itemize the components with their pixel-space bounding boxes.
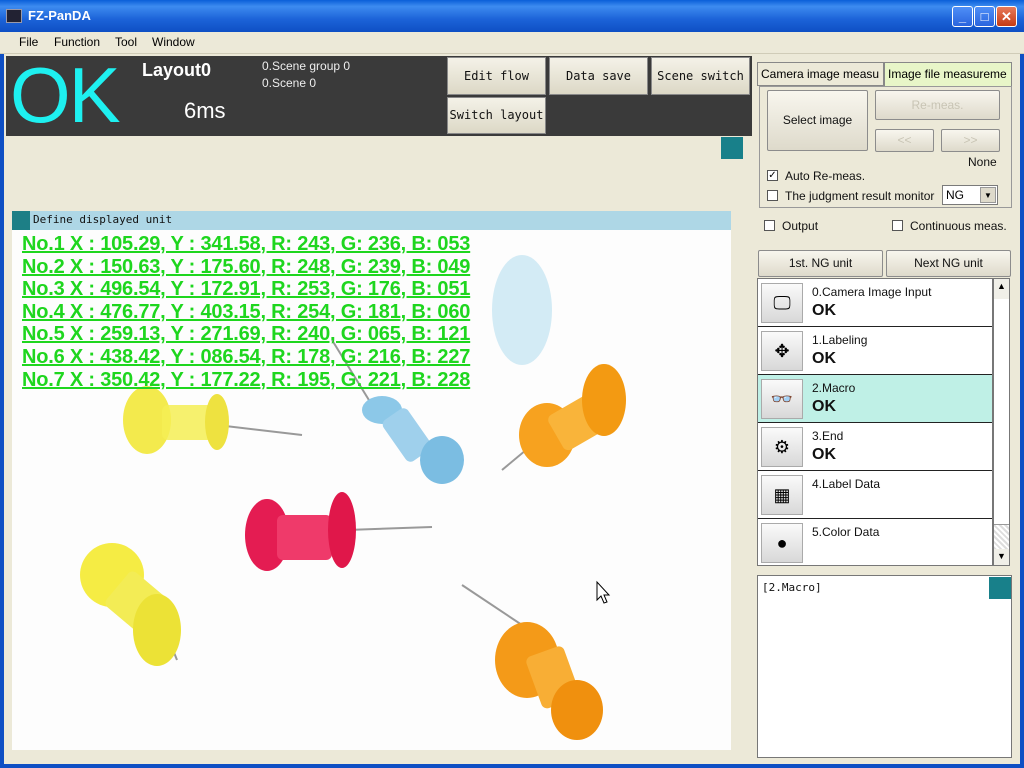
flowchart-icon: ⚙ (761, 427, 803, 467)
window-frame-left (0, 54, 4, 768)
select-image-button[interactable]: Select image (767, 90, 868, 151)
scene-label: 0.Scene 0 (262, 76, 317, 90)
scrollbar-track[interactable] (994, 525, 1009, 549)
processing-unit-list: 🖵 0.Camera Image Input OK ✥ 1.Labeling O… (757, 278, 993, 566)
menu-function[interactable]: Function (54, 35, 100, 49)
scene-group-label: 0.Scene group 0 (262, 59, 351, 73)
overall-judgement: OK (10, 51, 121, 139)
blue-pushpin-faded (492, 255, 552, 365)
close-button[interactable]: ✕ (996, 6, 1017, 27)
maximize-button[interactable]: □ (974, 6, 995, 27)
camera-icon: 🖵 (761, 283, 803, 323)
first-ng-unit-button[interactable]: 1st. NG unit (758, 250, 883, 277)
minimize-button[interactable]: _ (952, 6, 973, 27)
tab-camera-image-measurement[interactable]: Camera image measu (757, 62, 884, 86)
unit-name: 3.End (812, 429, 844, 443)
detail-title: [2.Macro] (762, 581, 822, 594)
unit-detail-panel: [2.Macro] (757, 575, 1012, 758)
output-checkbox[interactable] (764, 220, 775, 231)
menu-file[interactable]: File (19, 35, 38, 49)
unit-status: OK (812, 398, 836, 415)
continuous-meas-checkbox[interactable] (892, 220, 903, 231)
result-line-1: No.1 X : 105.29, Y : 341.58, R: 243, G: … (22, 233, 471, 255)
unit-name: 4.Label Data (812, 477, 881, 491)
continuous-meas-label: Continuous meas. (910, 219, 1007, 233)
scroll-up-icon[interactable]: ▲ (997, 281, 1006, 291)
unit-name: 2.Macro (812, 381, 856, 395)
detail-window-marker[interactable] (989, 577, 1011, 599)
app-icon (6, 9, 22, 23)
yellow-pushpin-2 (80, 543, 181, 666)
measurement-results: No.1 X : 105.29, Y : 341.58, R: 243, G: … (22, 233, 470, 391)
previous-image-button[interactable]: << (875, 129, 934, 152)
result-line-4: No.4 X : 476.77, Y : 403.15, R: 254, G: … (22, 300, 471, 323)
edit-flow-button[interactable]: Edit flow (447, 57, 546, 95)
file-name-label: None (968, 155, 997, 169)
orange-pushpin-1 (501, 364, 626, 471)
unit-labeling[interactable]: ✥ 1.Labeling OK (758, 327, 992, 375)
re-meas-button[interactable]: Re-meas. (875, 90, 1000, 120)
scene-switch-button[interactable]: Scene switch (651, 57, 750, 95)
define-unit-marker (12, 211, 30, 230)
orange-pushpin-2 (461, 584, 603, 740)
menu-bar: File Function Tool Window (0, 32, 1024, 54)
title-bar: FZ-PanDA _ □ ✕ (0, 0, 1024, 32)
judgment-monitor-select[interactable]: NG ▼ (942, 185, 998, 205)
labeling-icon: ✥ (761, 331, 803, 371)
next-ng-unit-button[interactable]: Next NG unit (886, 250, 1011, 277)
unit-status: OK (812, 302, 836, 319)
result-line-6: No.6 X : 438.42, Y : 086.54, R: 178, G: … (22, 345, 471, 368)
result-line-7: No.7 X : 350.42, Y : 177.22, R: 195, G: … (22, 368, 471, 391)
scrollbar-thumb[interactable] (994, 299, 1009, 525)
tab-image-file-measurement[interactable]: Image file measureme (884, 62, 1012, 86)
window-title: FZ-PanDA (28, 8, 91, 23)
judgment-monitor-label: The judgment result monitor (785, 189, 935, 203)
output-label: Output (782, 219, 819, 233)
judgment-monitor-checkbox[interactable] (767, 190, 778, 201)
unit-name: 5.Color Data (812, 525, 880, 539)
unit-label-data[interactable]: ▦ 4.Label Data (758, 471, 992, 519)
result-line-5: No.5 X : 259.13, Y : 271.69, R: 240, G: … (22, 323, 471, 346)
chevron-down-icon[interactable]: ▼ (980, 187, 996, 203)
unit-color-data[interactable]: ● 5.Color Data (758, 519, 992, 565)
mouse-cursor-icon (596, 580, 611, 604)
unit-list-scrollbar[interactable]: ▲ ▼ (993, 278, 1010, 566)
define-displayed-unit-bar[interactable]: Define displayed unit (12, 211, 731, 230)
result-line-3: No.3 X : 496.54, Y : 172.91, R: 253, G: … (22, 278, 471, 301)
red-pushpin (245, 492, 433, 571)
next-image-button[interactable]: >> (941, 129, 1000, 152)
scroll-down-icon[interactable]: ▼ (997, 551, 1006, 561)
unit-macro[interactable]: 👓 2.Macro OK (758, 375, 992, 423)
window-frame-right (1020, 54, 1024, 768)
label-data-icon: ▦ (761, 475, 803, 515)
define-unit-label: Define displayed unit (33, 213, 173, 226)
glasses-icon: 👓 (761, 379, 803, 419)
switch-layout-button[interactable]: Switch layout (447, 97, 546, 134)
layout-name: Layout0 (142, 60, 212, 80)
window-frame-bottom (0, 764, 1024, 768)
unit-name: 1.Labeling (812, 333, 868, 347)
judgment-monitor-value: NG (946, 188, 964, 202)
unit-camera-image-input[interactable]: 🖵 0.Camera Image Input OK (758, 279, 992, 327)
menu-tool[interactable]: Tool (115, 35, 137, 49)
unit-status: OK (812, 350, 836, 367)
color-data-icon: ● (761, 523, 803, 563)
yellow-pushpin-1 (123, 386, 303, 454)
data-save-button[interactable]: Data save (549, 57, 648, 95)
menu-window[interactable]: Window (152, 35, 195, 49)
unit-name: 0.Camera Image Input (812, 285, 932, 299)
processing-time: 6ms (184, 98, 226, 123)
auto-remeas-label: Auto Re-meas. (785, 169, 866, 183)
result-line-2: No.2 X : 150.63, Y : 175.60, R: 248, G: … (22, 255, 471, 278)
image-window-marker[interactable] (721, 137, 743, 159)
unit-status: OK (812, 446, 836, 463)
unit-end[interactable]: ⚙ 3.End OK (758, 423, 992, 471)
auto-remeas-checkbox[interactable]: ✓ (767, 170, 778, 181)
